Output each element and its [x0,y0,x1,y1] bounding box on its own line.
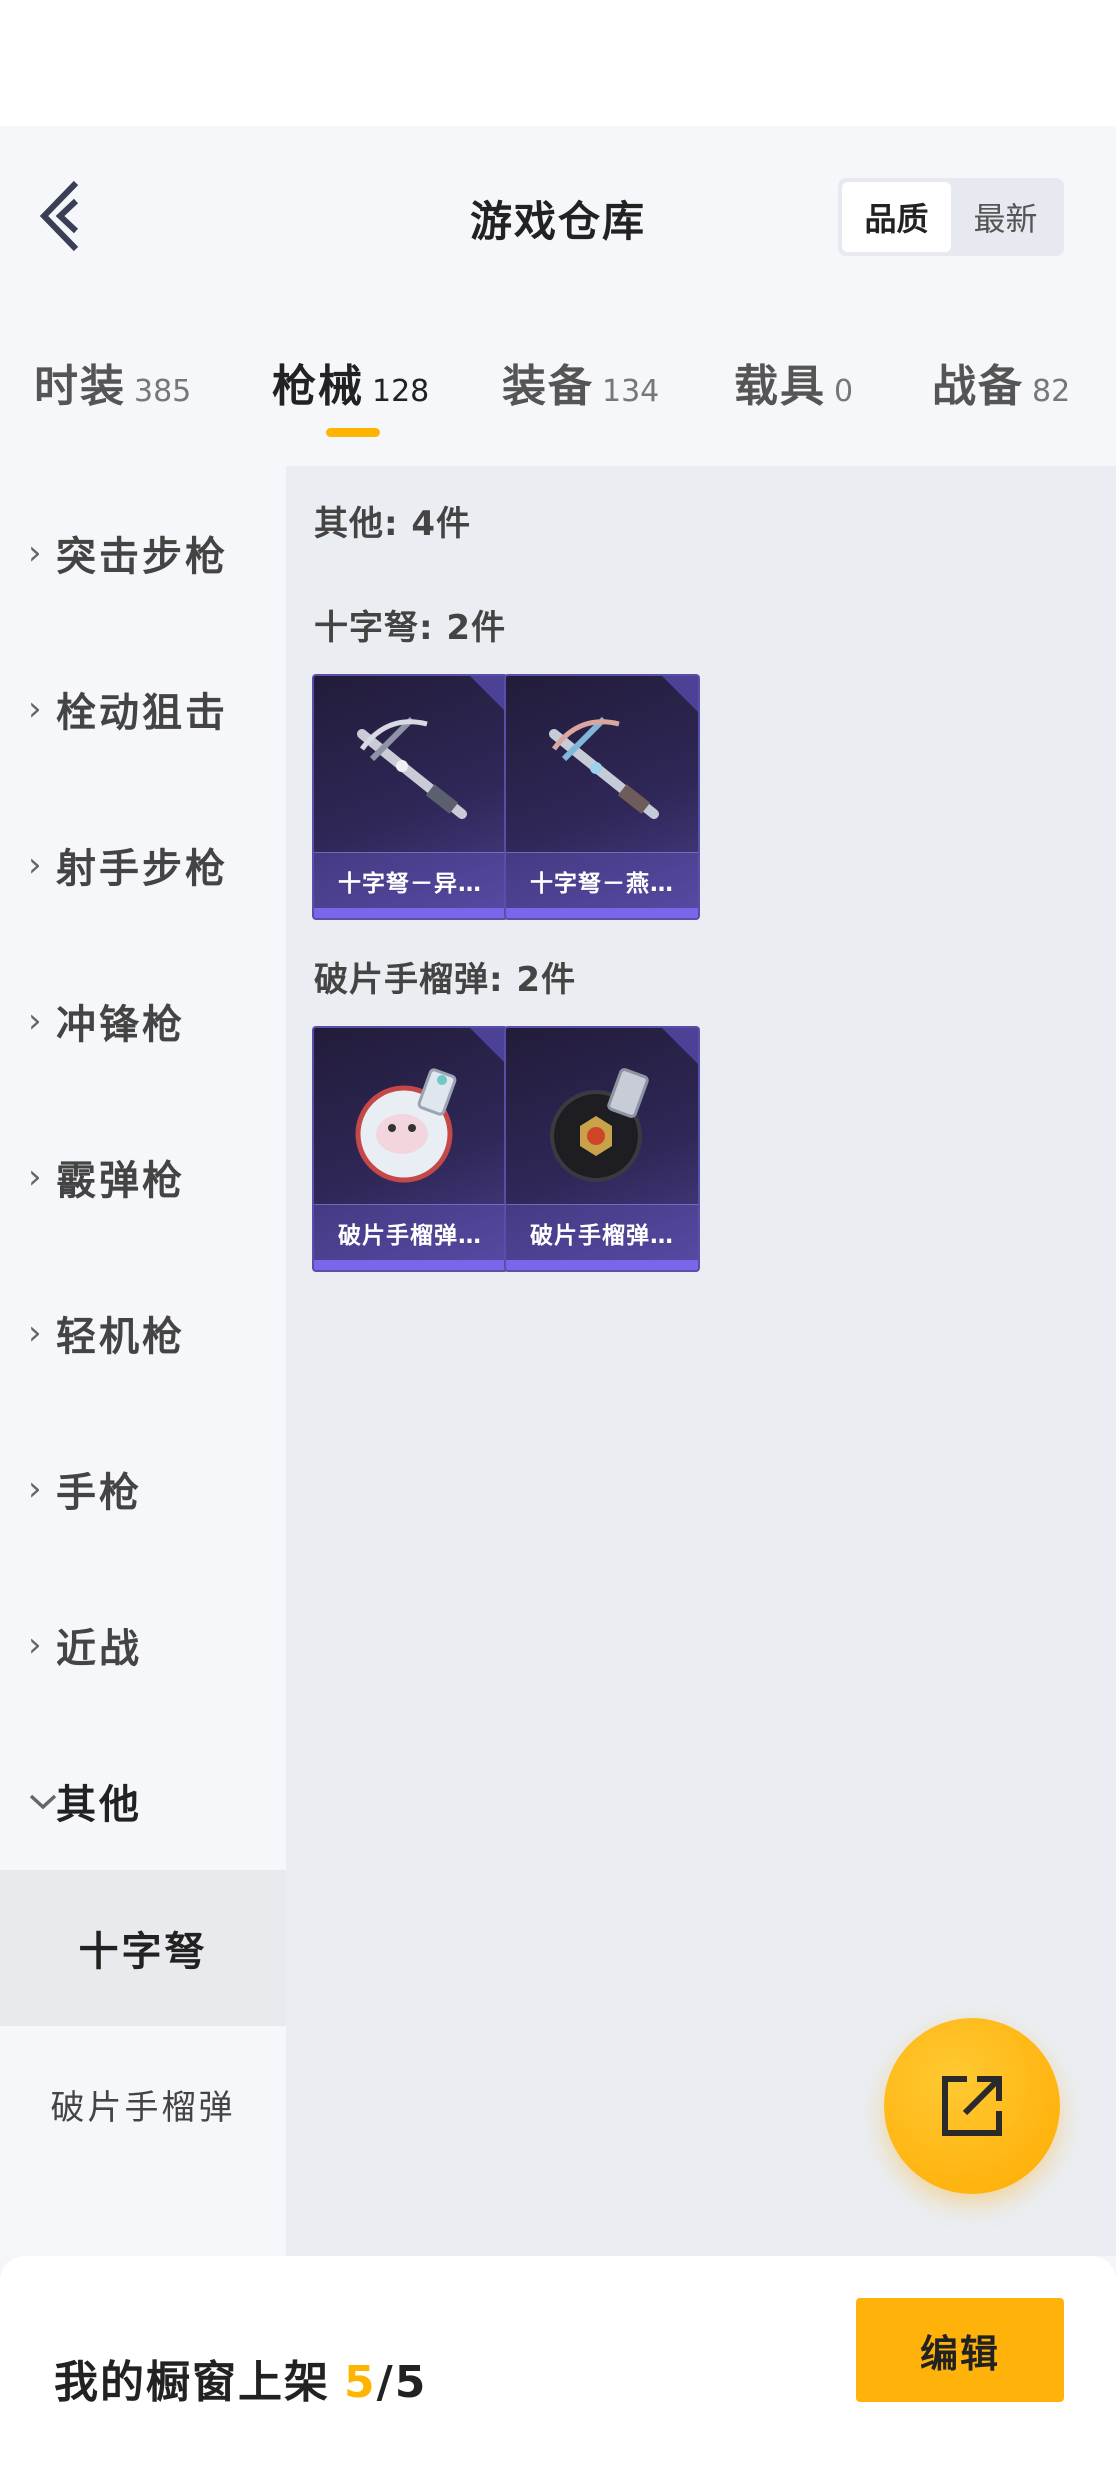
edit-button[interactable]: 编辑 [856,2298,1064,2402]
tab-supplies[interactable]: 战备 82 [932,350,1070,414]
sidebar-item-label: 霰弹枪 [56,1158,185,1204]
sidebar-item-label: 突击步枪 [56,534,228,580]
showcase-label: 我的橱窗上架 [54,2357,330,2408]
crossbow-icon [549,716,659,819]
sidebar-item-marksman-rifle[interactable]: › 射手步枪 [0,820,286,910]
sidebar-item-label: 近战 [56,1626,142,1672]
sidebar-item-lmg[interactable]: › 轻机枪 [0,1288,286,1378]
item-card[interactable]: 破片手榴弹… [312,1026,508,1272]
active-tab-indicator [326,428,380,437]
tab-label: 载具 [734,361,826,412]
summary-title: 其他: 4件 [314,504,472,544]
sidebar-item-shotgun[interactable]: › 霰弹枪 [0,1132,286,1222]
tab-label: 装备 [502,361,594,412]
chevron-down-icon [0,1781,57,1821]
sort-toggle: 品质 最新 [838,178,1064,256]
sidebar-item-label: 栓动狙击 [56,690,228,736]
showcase-count: 5 [344,2357,377,2408]
tab-count: 134 [602,374,660,409]
status-bar [0,0,1116,126]
sidebar-item-other[interactable]: 其他 [0,1756,286,1846]
item-card[interactable]: 十字弩－燕… [504,674,700,920]
item-name: 十字弩－异… [314,852,506,908]
tab-equipment[interactable]: 装备 134 [502,350,659,414]
tab-count: 385 [134,374,192,409]
showcase-status: 我的橱窗上架 5 / 5 [54,2346,427,2410]
tab-count: 0 [834,374,854,409]
tab-label: 战备 [932,361,1024,412]
chevron-right-icon: › [28,689,42,729]
item-card[interactable]: 十字弩－异… [312,674,508,920]
sidebar-item-label: 其他 [56,1782,142,1828]
sidebar: › 突击步枪 › 栓动狙击 › 射手步枪 › 冲锋枪 › 霰弹枪 › 轻机枪 ›… [0,466,286,2256]
category-tabs: 时装 385 枪械 128 装备 134 载具 0 战备 82 [0,306,1116,466]
chevron-right-icon: › [28,533,42,573]
showcase-max: 5 [394,2357,428,2408]
chevron-right-icon: › [28,1469,42,1509]
item-name: 破片手榴弹… [506,1204,698,1260]
crossbow-icon [357,716,467,819]
share-icon [942,2076,1002,2136]
group-title-crossbow: 十字弩: 2件 [314,608,507,648]
sidebar-item-pistol[interactable]: › 手枪 [0,1444,286,1534]
sidebar-subitem-crossbow[interactable]: 十字弩 [0,1870,286,2026]
item-grid-panel: 其他: 4件 十字弩: 2件 十字弩－异… 十字弩－燕… 破片手榴弹: 2件 破… [286,466,1116,2256]
tab-label: 枪械 [272,361,364,412]
chevron-right-icon: › [28,1625,42,1665]
sidebar-subitem-frag-grenade[interactable]: 破片手榴弹 [0,2026,286,2182]
item-card[interactable]: 破片手榴弹… [504,1026,700,1272]
tab-fashion[interactable]: 时装 385 [34,350,191,414]
grenade-icon [550,1068,649,1182]
chevron-right-icon: › [28,845,42,885]
sidebar-item-label: 射手步枪 [56,846,228,892]
showcase-separator: / [376,2357,395,2408]
sidebar-item-label: 轻机枪 [56,1314,185,1360]
grenade-icon [355,1068,457,1183]
header: 游戏仓库 品质 最新 [0,126,1116,306]
tab-firearms[interactable]: 枪械 128 [272,350,429,414]
sidebar-item-smg[interactable]: › 冲锋枪 [0,976,286,1066]
sidebar-item-bolt-sniper[interactable]: › 栓动狙击 [0,664,286,754]
group-title-frag-grenade: 破片手榴弹: 2件 [314,960,577,1000]
sort-option-newest[interactable]: 最新 [951,182,1060,252]
sidebar-item-assault-rifle[interactable]: › 突击步枪 [0,508,286,598]
sidebar-item-melee[interactable]: › 近战 [0,1600,286,1690]
chevron-right-icon: › [28,1157,42,1197]
tab-count: 82 [1032,374,1071,409]
tab-vehicles[interactable]: 载具 0 [734,350,853,414]
sidebar-item-label: 手枪 [56,1470,142,1516]
share-button[interactable] [884,2018,1060,2194]
item-name: 十字弩－燕… [506,852,698,908]
sort-option-quality[interactable]: 品质 [842,182,951,252]
item-name: 破片手榴弹… [314,1204,506,1260]
chevron-right-icon: › [28,1001,42,1041]
tab-count: 128 [372,374,430,409]
showcase-footer: 我的橱窗上架 5 / 5 编辑 [0,2256,1116,2484]
chevron-right-icon: › [28,1313,42,1353]
tab-label: 时装 [34,361,126,412]
sidebar-item-label: 冲锋枪 [56,1002,185,1048]
